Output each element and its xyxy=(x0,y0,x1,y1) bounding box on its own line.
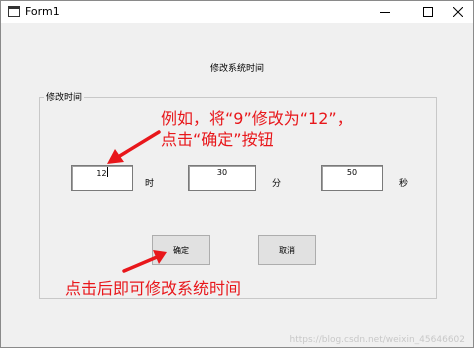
form1-window: Form1 修改系统时间 修改时间 12 时 30 分 50 秒 确定 取消 例… xyxy=(0,0,474,348)
arrow-to-hour-icon xyxy=(107,130,161,164)
arrow-to-ok-icon xyxy=(122,250,167,273)
watermark: https://blog.csdn.net/weixin_45646602 xyxy=(289,335,465,345)
annotation-arrows xyxy=(107,130,167,273)
